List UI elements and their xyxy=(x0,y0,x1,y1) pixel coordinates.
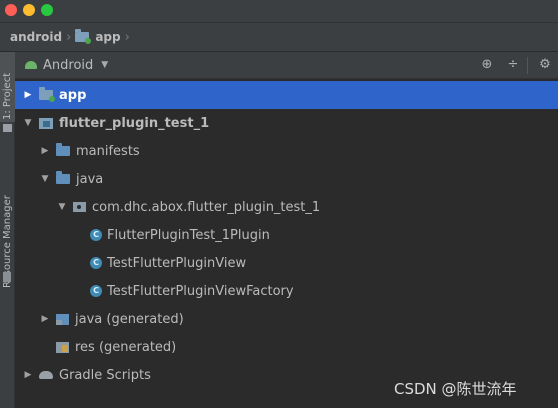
tree-item-java-generated[interactable]: ▶ java (generated) xyxy=(15,305,558,333)
chevron-down-icon[interactable]: ▼ xyxy=(101,60,108,70)
tree-item-class[interactable]: ▶ C FlutterPluginTest_1Plugin xyxy=(15,221,558,249)
chevron-right-icon: › xyxy=(66,29,72,45)
module-folder-icon xyxy=(39,117,53,129)
minimize-window-button[interactable] xyxy=(23,4,35,16)
folder-icon xyxy=(56,171,70,184)
crosshair-icon[interactable]: ⊕ xyxy=(479,57,495,73)
expand-arrow-icon[interactable]: ▶ xyxy=(21,370,35,380)
tree-item-manifests[interactable]: ▶ manifests xyxy=(15,137,558,165)
tree-item-label: java xyxy=(76,171,104,187)
tree-item-app[interactable]: ▶ app xyxy=(15,81,558,109)
module-folder-icon xyxy=(39,87,55,102)
collapse-arrow-icon[interactable]: ▼ xyxy=(55,202,69,212)
gear-icon[interactable]: ⚙ xyxy=(537,57,553,73)
collapse-arrow-icon[interactable]: ▼ xyxy=(21,118,35,128)
collapse-all-icon[interactable]: ÷ xyxy=(505,57,521,73)
tab-project-label: 1: Project xyxy=(2,72,13,120)
project-tree: ▶ app ▼ flutter_plugin_test_1 ▶ manifest… xyxy=(15,79,558,408)
tree-item-label: FlutterPluginTest_1Plugin xyxy=(107,227,270,243)
tree-item-package[interactable]: ▼ com.dhc.abox.flutter_plugin_test_1 xyxy=(15,193,558,221)
expand-arrow-icon[interactable]: ▶ xyxy=(38,314,52,324)
tree-item-label: manifests xyxy=(76,143,140,159)
tree-item-label: Gradle Scripts xyxy=(59,367,151,383)
project-panel-toolbar: Android ▼ ⊕ ÷ ⚙ xyxy=(15,52,558,79)
resources-folder-icon xyxy=(56,341,69,353)
collapse-arrow-icon[interactable]: ▼ xyxy=(38,174,52,184)
tab-resource-manager[interactable]: Resource Manager xyxy=(0,150,15,290)
window-titlebar xyxy=(0,0,558,22)
module-folder-icon xyxy=(75,29,92,44)
tab-project[interactable]: 1: Project xyxy=(0,52,15,122)
zoom-window-button[interactable] xyxy=(41,4,53,16)
breadcrumb: android › app › xyxy=(0,22,558,52)
expand-arrow-icon[interactable]: ▶ xyxy=(21,90,35,100)
toolbar-divider xyxy=(527,57,528,74)
tree-item-label: TestFlutterPluginViewFactory xyxy=(107,283,294,299)
tree-item-label: java (generated) xyxy=(75,311,184,327)
tree-item-label: app xyxy=(59,87,87,103)
resource-manager-icon xyxy=(3,272,11,282)
android-icon xyxy=(25,61,37,69)
tree-item-flutter-plugin-test-1[interactable]: ▼ flutter_plugin_test_1 xyxy=(15,109,558,137)
breadcrumb-item-android[interactable]: android xyxy=(10,30,62,44)
class-icon: C xyxy=(90,285,102,297)
tree-item-class[interactable]: ▶ C TestFlutterPluginView xyxy=(15,249,558,277)
breadcrumb-item-app[interactable]: app xyxy=(95,30,120,44)
tree-item-label: flutter_plugin_test_1 xyxy=(59,115,210,131)
chevron-right-icon: › xyxy=(124,29,130,45)
watermark: CSDN @陈世流年 xyxy=(394,380,517,398)
folder-icon xyxy=(56,143,70,156)
tree-item-java[interactable]: ▼ java xyxy=(15,165,558,193)
tree-item-label: TestFlutterPluginView xyxy=(107,255,247,271)
tree-item-label: res (generated) xyxy=(75,339,177,355)
package-icon xyxy=(73,202,86,212)
folder-icon xyxy=(3,124,12,132)
expand-arrow-icon[interactable]: ▶ xyxy=(38,146,52,156)
gradle-icon xyxy=(39,371,53,379)
tree-item-class[interactable]: ▶ C TestFlutterPluginViewFactory xyxy=(15,277,558,305)
tree-item-res-generated[interactable]: ▶ res (generated) xyxy=(15,333,558,361)
class-icon: C xyxy=(90,229,102,241)
class-icon: C xyxy=(90,257,102,269)
view-selector[interactable]: Android xyxy=(43,58,93,73)
generated-folder-icon xyxy=(56,313,69,325)
close-window-button[interactable] xyxy=(5,4,17,16)
tree-item-label: com.dhc.abox.flutter_plugin_test_1 xyxy=(92,199,321,215)
